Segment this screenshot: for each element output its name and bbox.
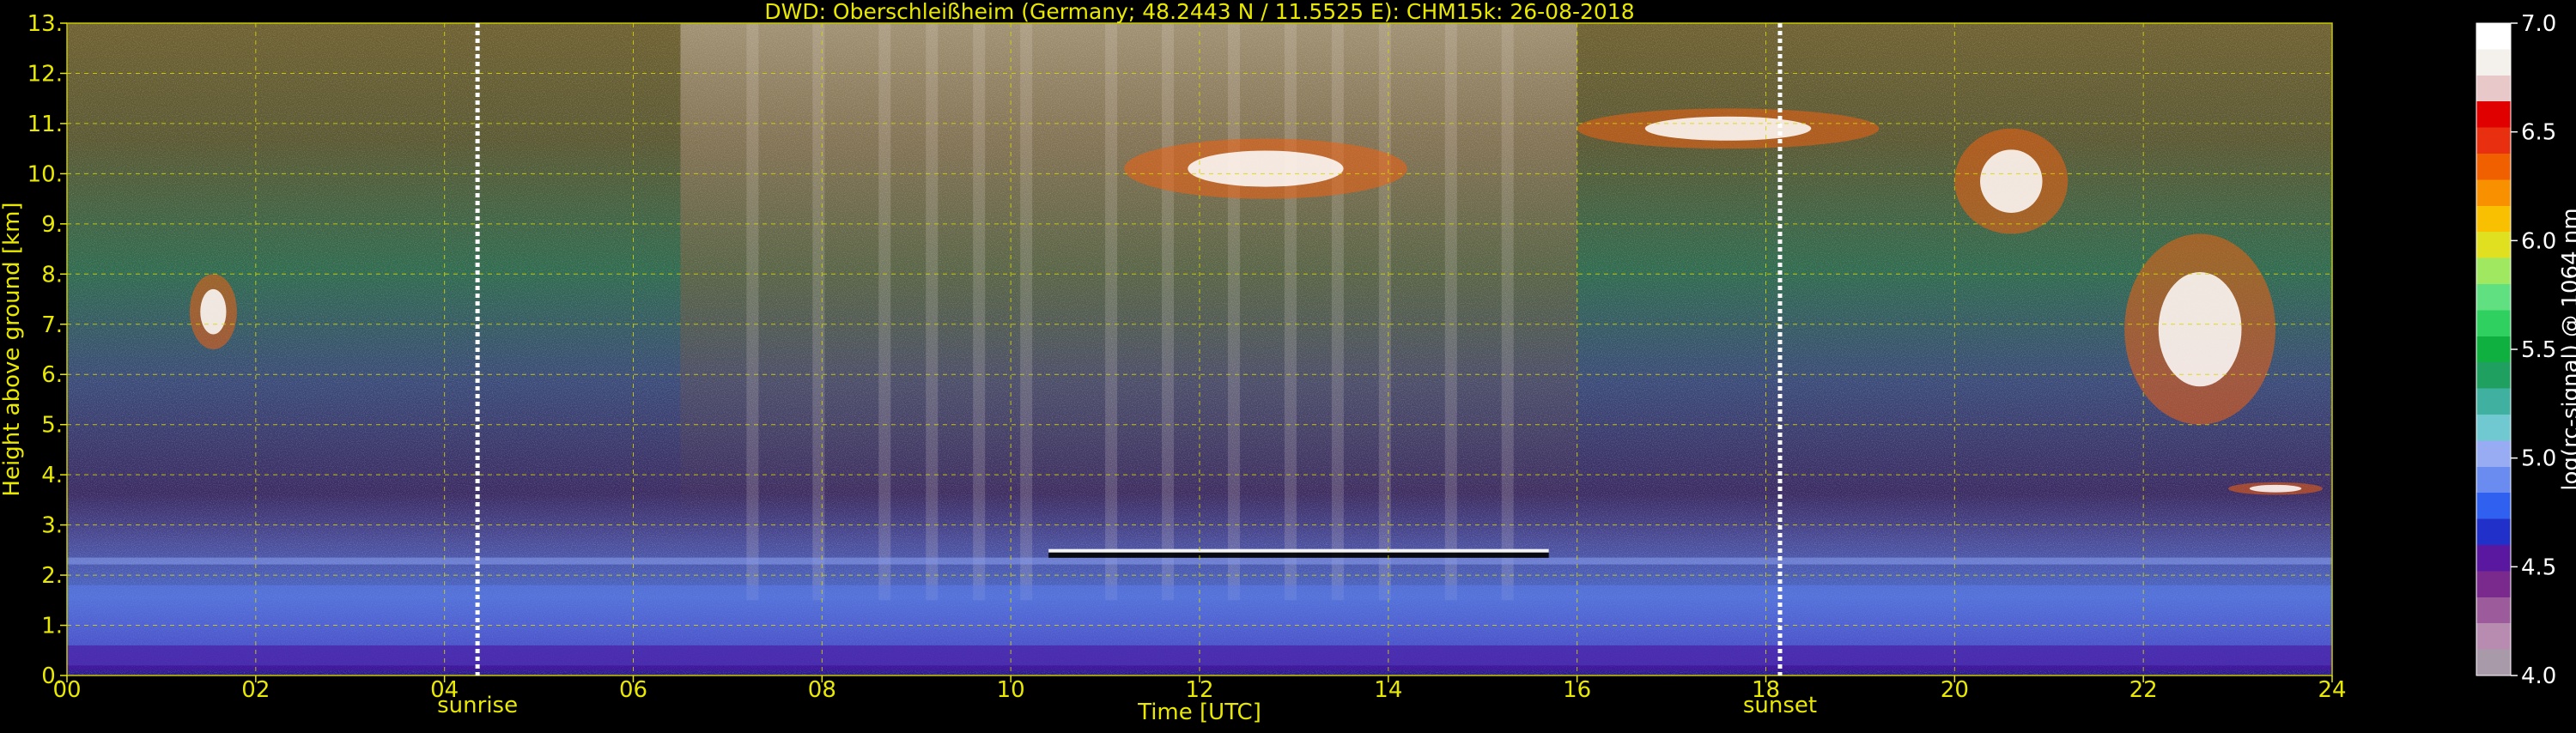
y-tick-label: 13.	[27, 11, 63, 37]
feature-cloud-core	[1980, 149, 2043, 213]
colorbar-scale	[2476, 23, 2511, 675]
x-tick-label: 06	[619, 677, 647, 703]
x-tick-label: 02	[241, 677, 270, 703]
x-tick-label: 10	[997, 677, 1025, 703]
feature-cloud-layer	[1048, 548, 1549, 553]
colorbar: 4.0 4.5 5.0 5.5 6.0 6.5 7.0 log(rc-signal) @ 1…	[2476, 11, 2576, 689]
feature-surface-layer	[67, 645, 2332, 671]
y-tick-label: 7.	[41, 312, 63, 338]
colorbar-tick-label: 6.5	[2521, 120, 2556, 146]
feature-cloud-core	[2249, 484, 2302, 493]
chart-title: DWD: Oberschleißheim (Germany; 48.2443 N…	[764, 0, 1634, 24]
feature-cloud-core	[1644, 116, 1812, 141]
colorbar-tick-label: 7.0	[2521, 11, 2556, 37]
y-tick-label: 9.	[41, 212, 63, 238]
colorbar-tick-label: 6.0	[2521, 228, 2556, 254]
colorbar-label: log(rc-signal) @ 1064 nm	[2558, 208, 2576, 490]
y-tick-label: 2.	[41, 563, 63, 589]
y-tick-label: 8.	[41, 262, 63, 288]
colorbar-tick-label: 5.0	[2521, 446, 2556, 472]
lidar-backscatter-chart: sunrise sunset 00 02 04 06 08 10 12 14 16 18 20 22 24…	[0, 0, 2576, 730]
y-axis-label: Height above ground [km]	[0, 202, 25, 496]
x-tick-label: 18	[1752, 677, 1780, 703]
y-tick-label: 10.	[27, 161, 63, 187]
colorbar-tick-label: 4.5	[2521, 554, 2556, 580]
x-tick-label: 20	[1941, 677, 1969, 703]
y-tick-label: 6.	[41, 362, 63, 388]
feature-cloud-core	[1188, 150, 1344, 187]
x-tick-label: 16	[1563, 677, 1591, 703]
y-tick-label: 0.	[41, 663, 63, 689]
y-tick-label: 5.	[41, 413, 63, 439]
x-tick-label: 08	[808, 677, 836, 703]
y-tick-label: 1.	[41, 614, 63, 639]
x-tick-label: 04	[430, 677, 459, 703]
y-tick-label: 12.	[27, 61, 63, 87]
chart-svg: sunrise sunset 00 02 04 06 08 10 12 14 16 18 20 22 24…	[0, 0, 2576, 725]
y-tick-label: 3.	[41, 513, 63, 539]
x-axis-label: Time [UTC]	[1137, 700, 1261, 725]
colorbar-tick-label: 5.5	[2521, 337, 2556, 363]
feature-cloud-core	[200, 288, 227, 335]
x-tick-label: 24	[2318, 677, 2346, 703]
x-tick-label: 22	[2129, 677, 2158, 703]
colorbar-tick-label: 4.0	[2521, 663, 2556, 689]
x-tick-label: 14	[1374, 677, 1402, 703]
y-tick-label: 11.	[27, 112, 63, 137]
feature-cloud-core	[2158, 271, 2242, 387]
y-tick-label: 4.	[41, 463, 63, 488]
